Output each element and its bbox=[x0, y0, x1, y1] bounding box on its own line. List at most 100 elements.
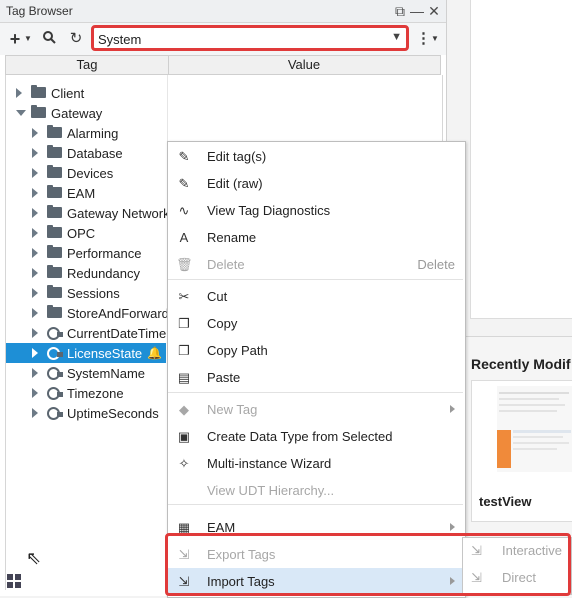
close-icon[interactable]: ✕ bbox=[426, 3, 442, 19]
tree-folder-row[interactable]: Gateway bbox=[6, 103, 166, 123]
tag-browser-titlebar: Tag Browser ⧉ — ✕ bbox=[0, 0, 446, 23]
submenu-arrow-icon bbox=[450, 405, 455, 413]
menu-item-label: Cut bbox=[207, 289, 228, 304]
tag-provider-select[interactable]: System ▼ bbox=[91, 25, 409, 51]
tree-item-label: Database bbox=[67, 146, 123, 161]
tag-icon bbox=[47, 327, 63, 340]
data-type-icon: ▣ bbox=[177, 429, 191, 444]
workspace-card bbox=[470, 0, 572, 319]
tree-item-label: LicenseState bbox=[67, 346, 143, 361]
expand-arrow-right-icon[interactable] bbox=[32, 228, 38, 238]
pulse-icon: ∿ bbox=[178, 203, 190, 218]
search-icon[interactable] bbox=[40, 30, 58, 48]
menu-item-cut[interactable]: ✂ Cut bbox=[168, 283, 463, 310]
tree-folder-row[interactable]: Client bbox=[6, 83, 166, 103]
expand-arrow-right-icon[interactable] bbox=[32, 128, 38, 138]
menu-item-edit-raw[interactable]: ✎ Edit (raw) bbox=[168, 170, 463, 197]
tree-folder-row[interactable]: Redundancy bbox=[6, 263, 166, 283]
tree-folder-row[interactable]: OPC bbox=[6, 223, 166, 243]
tag-icon bbox=[47, 387, 63, 400]
menu-item-multi-instance-wizard[interactable]: ✧ Multi-instance Wizard bbox=[168, 450, 463, 477]
menu-item-copy[interactable]: ❐ Copy bbox=[168, 310, 463, 337]
chevron-down-icon[interactable]: ▼ bbox=[24, 30, 32, 48]
expand-arrow-right-icon[interactable] bbox=[32, 368, 38, 378]
menu-item-edit-tag-s[interactable]: ✎ Edit tag(s) bbox=[168, 143, 463, 170]
menu-item-new-tag[interactable]: ◆ New Tag bbox=[168, 396, 463, 423]
expand-arrow-right-icon[interactable] bbox=[32, 308, 38, 318]
tree-tag-row[interactable]: CurrentDateTime bbox=[6, 323, 166, 343]
tree-item-label: Gateway Network bbox=[67, 206, 170, 221]
expand-arrow-right-icon[interactable] bbox=[32, 268, 38, 278]
menu-item-paste[interactable]: ▤ Paste bbox=[168, 364, 463, 391]
minimize-icon[interactable]: — bbox=[409, 3, 425, 19]
tree-tag-row[interactable]: LicenseState bbox=[6, 343, 166, 363]
menu-item-label: Delete bbox=[207, 257, 245, 272]
folder-icon bbox=[47, 145, 62, 158]
menu-item-label: View Tag Diagnostics bbox=[207, 203, 331, 218]
tree-folder-row[interactable]: EAM bbox=[6, 183, 166, 203]
tree-tag-row[interactable]: Timezone bbox=[6, 383, 166, 403]
expand-arrow-right-icon[interactable] bbox=[32, 348, 38, 358]
tree-item-label: StoreAndForward bbox=[67, 306, 169, 321]
folder-icon bbox=[47, 165, 62, 178]
expand-arrow-right-icon[interactable] bbox=[32, 388, 38, 398]
tree-item-label: Redundancy bbox=[67, 266, 140, 281]
tree-item-label: OPC bbox=[67, 226, 96, 241]
tree-folder-row[interactable]: Alarming bbox=[6, 123, 166, 143]
folder-icon bbox=[31, 85, 46, 98]
recent-view-name[interactable]: testView bbox=[479, 494, 532, 509]
menu-separator bbox=[168, 392, 463, 393]
expand-arrow-right-icon[interactable] bbox=[32, 188, 38, 198]
tree-folder-row[interactable]: Performance bbox=[6, 243, 166, 263]
tree-folder-row[interactable]: Gateway Network bbox=[6, 203, 170, 223]
view-thumbnail-graphic bbox=[497, 386, 572, 472]
column-header-value[interactable]: Value bbox=[168, 56, 440, 74]
add-tag-icon[interactable]: + bbox=[6, 30, 24, 48]
tree-item-label: CurrentDateTime bbox=[67, 326, 167, 341]
tag-icon bbox=[47, 347, 63, 360]
tree-tag-row[interactable]: UptimeSeconds bbox=[6, 403, 166, 423]
more-options-icon[interactable]: ⋮ bbox=[416, 30, 431, 48]
tree-column-header: Tag Value bbox=[5, 55, 441, 75]
paste-icon: ▤ bbox=[177, 370, 191, 385]
menu-item-copy-path[interactable]: ❐ Copy Path bbox=[168, 337, 463, 364]
expand-arrow-right-icon[interactable] bbox=[32, 168, 38, 178]
menu-item-label: View UDT Hierarchy... bbox=[207, 483, 335, 498]
float-window-icon[interactable]: ⧉ bbox=[392, 3, 408, 19]
tree-folder-row[interactable]: Sessions bbox=[6, 283, 166, 303]
column-header-tag[interactable]: Tag bbox=[6, 56, 169, 74]
expand-arrow-down-icon[interactable] bbox=[16, 110, 26, 116]
pencil-icon: ✎ bbox=[178, 149, 190, 164]
chevron-down-icon[interactable]: ▼ bbox=[430, 30, 440, 48]
menu-item-rename[interactable]: A Rename bbox=[168, 224, 463, 251]
expand-arrow-right-icon[interactable] bbox=[32, 288, 38, 298]
folder-icon bbox=[47, 245, 62, 258]
tag-icon bbox=[47, 407, 63, 420]
tag-provider-value: System bbox=[98, 32, 142, 47]
rename-icon: A bbox=[179, 230, 189, 245]
chevron-down-icon[interactable]: ▼ bbox=[391, 31, 402, 43]
menu-item-label: Edit tag(s) bbox=[207, 149, 267, 164]
expand-arrow-right-icon[interactable] bbox=[32, 328, 38, 338]
grid-icon[interactable] bbox=[7, 574, 21, 588]
tree-tag-row[interactable]: SystemName bbox=[6, 363, 166, 383]
expand-arrow-right-icon[interactable] bbox=[32, 248, 38, 258]
menu-item-create-data-type-from-selected[interactable]: ▣ Create Data Type from Selected bbox=[168, 423, 463, 450]
recently-modified-heading: Recently Modif bbox=[471, 356, 571, 372]
expand-arrow-right-icon[interactable] bbox=[32, 148, 38, 158]
tree-folder-row[interactable]: Devices bbox=[6, 163, 166, 183]
new-tag-icon: ◆ bbox=[179, 402, 189, 417]
expand-arrow-right-icon[interactable] bbox=[16, 88, 22, 98]
menu-item-view-udt-hierarchy[interactable]: View UDT Hierarchy... bbox=[168, 477, 463, 504]
tree-item-label: Alarming bbox=[67, 126, 119, 141]
tree-item-label: UptimeSeconds bbox=[67, 406, 159, 421]
tree-folder-row[interactable]: StoreAndForward bbox=[6, 303, 169, 323]
folder-icon bbox=[47, 285, 62, 298]
expand-arrow-right-icon[interactable] bbox=[32, 208, 38, 218]
menu-item-delete[interactable]: 🗑 Delete Delete bbox=[168, 251, 463, 278]
expand-arrow-right-icon[interactable] bbox=[32, 408, 38, 418]
refresh-icon[interactable]: ↻ bbox=[67, 30, 85, 48]
tree-folder-row[interactable]: Database bbox=[6, 143, 166, 163]
wand-icon: ✧ bbox=[178, 456, 190, 471]
menu-item-view-tag-diagnostics[interactable]: ∿ View Tag Diagnostics bbox=[168, 197, 463, 224]
